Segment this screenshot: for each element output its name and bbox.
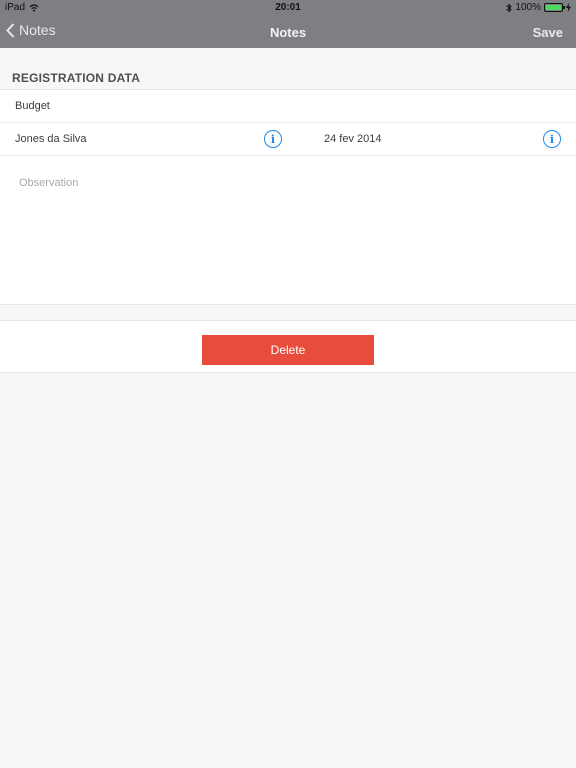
charging-icon <box>566 3 571 12</box>
budget-label: Budget <box>15 100 50 112</box>
section-title: REGISTRATION DATA <box>12 71 141 85</box>
person-row: Jones da Silva i 24 fev 2014 i <box>0 123 576 156</box>
date-value: 24 fev 2014 <box>324 133 382 145</box>
info-icon-glyph: i <box>549 132 555 146</box>
person-name: Jones da Silva <box>15 133 87 145</box>
page-title: Notes <box>269 25 307 40</box>
info-icon[interactable]: i <box>264 130 282 148</box>
status-time: 20:01 <box>275 2 301 13</box>
save-button[interactable]: Save <box>533 25 563 40</box>
info-icon[interactable]: i <box>543 130 561 148</box>
bluetooth-icon <box>506 2 513 13</box>
battery-icon <box>544 3 565 12</box>
budget-row[interactable]: Budget <box>0 90 576 123</box>
header: iPad 20:01 100% Notes Notes Save <box>0 0 576 48</box>
battery-percent: 100% <box>515 2 541 13</box>
delete-button[interactable]: Delete <box>202 335 374 365</box>
status-right: 100% <box>506 2 571 13</box>
observation-field[interactable] <box>0 156 576 304</box>
navigation-bar: Notes Notes Save <box>0 16 576 48</box>
delete-section: Delete <box>0 320 576 373</box>
registration-form: Budget Jones da Silva i 24 fev 2014 i <box>0 89 576 305</box>
battery-fill <box>546 5 561 10</box>
info-icon-glyph: i <box>270 132 276 146</box>
status-bar: iPad 20:01 100% <box>0 0 576 16</box>
